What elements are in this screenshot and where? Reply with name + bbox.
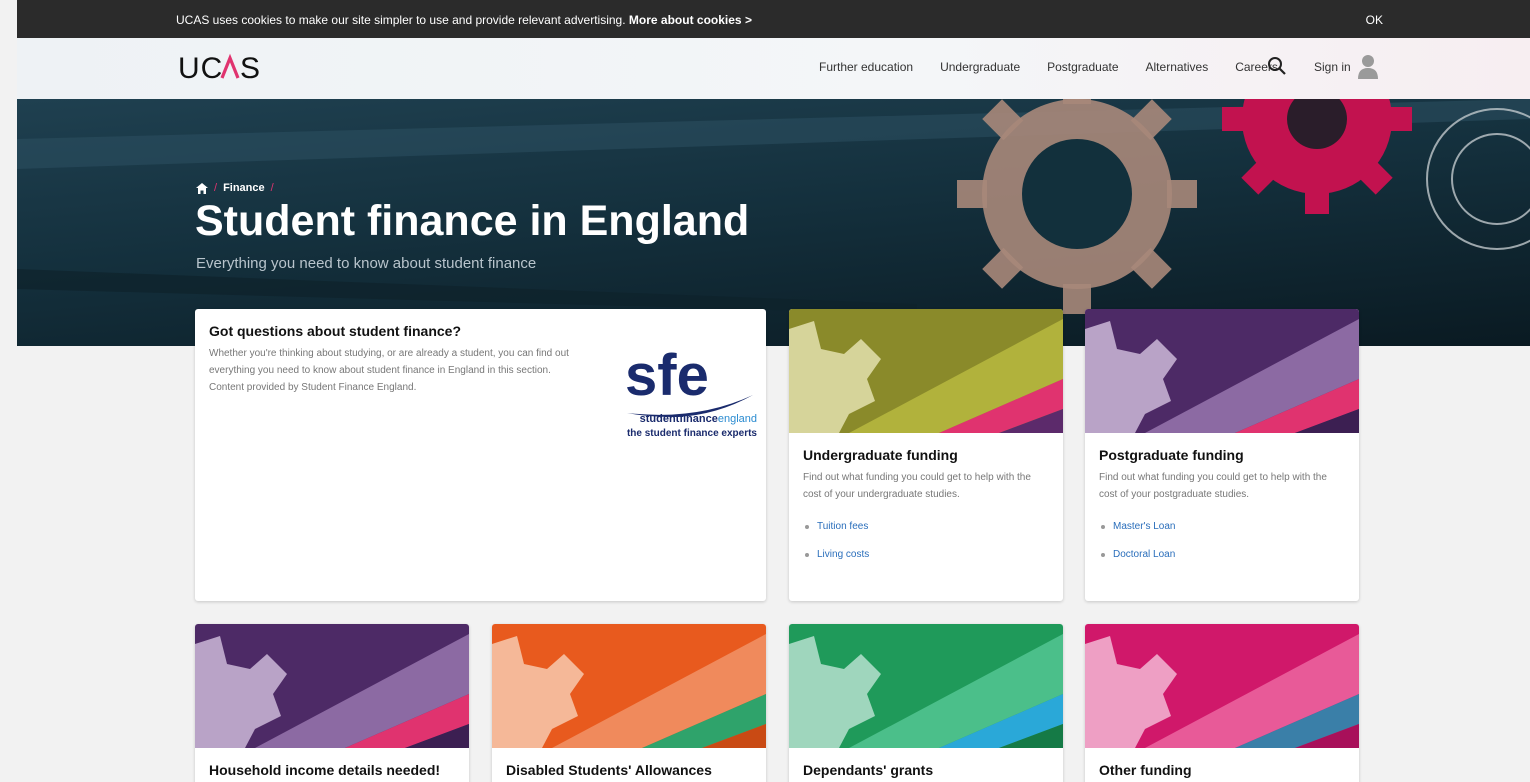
dependants-grants-card[interactable]: Dependants' grants [789,624,1063,782]
link-living-costs[interactable]: Living costs [803,541,1049,569]
link-masters-loan[interactable]: Master's Loan [1099,513,1345,541]
breadcrumb-separator: / [270,182,274,194]
gear-pink-icon [1222,99,1412,214]
page-subtitle: Everything you need to know about studen… [196,255,537,272]
card-gear-illustration [789,624,1063,748]
card-gear-illustration [1085,624,1359,748]
link-tuition-fees[interactable]: Tuition fees [803,513,1049,541]
sfe-logo-text: sfe [625,343,709,408]
logo-s: S [240,52,261,84]
postgraduate-funding-card[interactable]: Postgraduate funding Find out what fundi… [1085,309,1359,601]
link-doctoral-loan[interactable]: Doctoral Loan [1099,541,1345,569]
card-gear-illustration [492,624,766,748]
card-title: Household income details needed! [209,762,441,778]
intro-card-title: Got questions about student finance? [209,323,461,339]
card-body: Disabled Students' Allowances [492,748,766,782]
cookie-ok-button[interactable]: OK [1366,13,1383,27]
intro-card-description: Whether you're thinking about studying, … [209,348,569,393]
breadcrumb-finance[interactable]: Finance [223,182,265,194]
card-description: Find out what funding you could get to h… [1099,472,1327,500]
nav-further-education[interactable]: Further education [819,60,913,74]
home-icon[interactable] [196,182,208,194]
chevron-right-icon: > [744,13,752,27]
card-title: Undergraduate funding [803,447,958,463]
card-links: Tuition fees Living costs [803,513,1049,569]
breadcrumb: / Finance / [196,182,274,194]
user-icon[interactable] [1357,53,1379,79]
more-about-cookies-link[interactable]: More about cookies > [629,13,752,27]
cookie-banner: UCAS uses cookies to make our site simpl… [17,0,1530,38]
undergraduate-funding-card[interactable]: Undergraduate funding Find out what fund… [789,309,1063,601]
card-gear-illustration [789,309,1063,433]
ucas-logo[interactable]: UC S [178,52,278,92]
search-icon[interactable] [1267,56,1287,76]
logo-uc: UC [178,52,223,84]
card-body: Undergraduate funding Find out what fund… [789,433,1063,583]
ucas-logo-mark: UC S [178,52,261,85]
main-nav: Further education Undergraduate Postgrad… [819,60,1305,74]
card-body: Postgraduate funding Find out what fundi… [1085,433,1359,583]
nav-postgraduate[interactable]: Postgraduate [1047,60,1118,74]
card-links: Master's Loan Doctoral Loan [1099,513,1345,569]
household-income-card[interactable]: Household income details needed! [195,624,469,782]
cookie-link-label: More about cookies [628,13,742,27]
site-header: UC S Further education Undergraduate Pos… [17,38,1530,99]
intro-card-body: Got questions about student finance? Whe… [195,309,595,410]
disabled-students-allowances-card[interactable]: Disabled Students' Allowances [492,624,766,782]
other-funding-card[interactable]: Other funding [1085,624,1359,782]
gear-outline-icon [1426,108,1530,250]
card-title: Disabled Students' Allowances [506,762,712,778]
cookie-message: UCAS uses cookies to make our site simpl… [176,13,752,27]
logo-chevron-icon [220,53,240,79]
cookie-text: UCAS uses cookies to make our site simpl… [176,13,626,27]
breadcrumb-separator: / [214,182,218,194]
sfe-caption-part1: studentfinance [639,413,718,425]
sfe-caption: studentfinanceengland [617,413,757,425]
card-gear-illustration [195,624,469,748]
page-title: Student finance in England [195,197,750,245]
card-gear-illustration [1085,309,1359,433]
card-title: Other funding [1099,762,1192,778]
intro-card: Got questions about student finance? Whe… [195,309,766,601]
nav-alternatives[interactable]: Alternatives [1146,60,1209,74]
nav-undergraduate[interactable]: Undergraduate [940,60,1020,74]
card-body: Household income details needed! [195,748,469,782]
sfe-caption-part2: england [717,413,757,425]
card-title: Dependants' grants [803,762,934,778]
card-title: Postgraduate funding [1099,447,1244,463]
sfe-tagline: the student finance experts [626,428,757,439]
card-body: Dependants' grants [789,748,1063,782]
card-description: Find out what funding you could get to h… [803,472,1031,500]
card-body: Other funding [1085,748,1359,782]
sign-in-link[interactable]: Sign in [1314,60,1351,74]
